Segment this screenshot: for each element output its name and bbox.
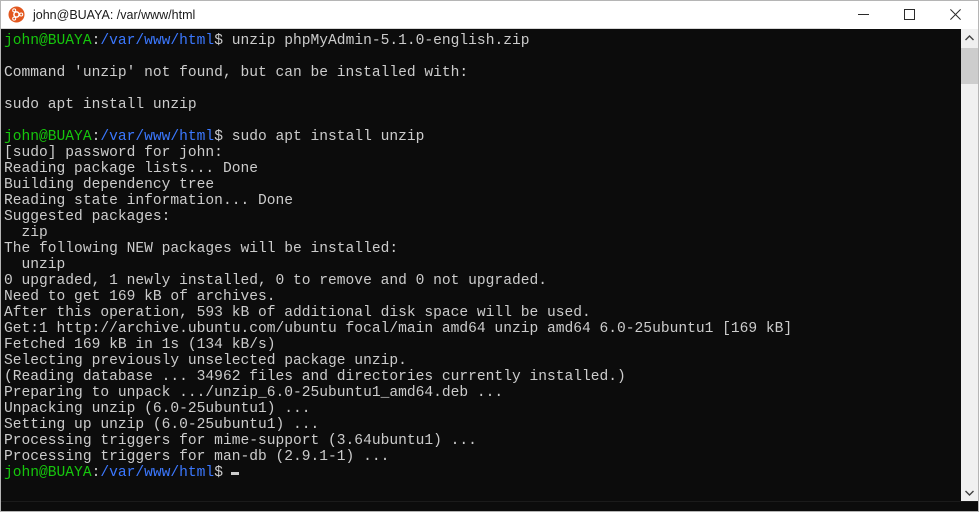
terminal-output-line: 0 upgraded, 1 newly installed, 0 to remo… — [4, 273, 547, 289]
terminal-output-line: zip — [4, 225, 48, 241]
prompt-sigil-and-command: $ — [214, 465, 223, 481]
terminal-output-line: Suggested packages: — [4, 209, 171, 225]
prompt-user-host: john@BUAYA — [4, 129, 92, 145]
terminal-output-line: unzip — [4, 257, 66, 273]
terminal-output-line: Reading package lists... Done — [4, 161, 258, 177]
terminal-output-line: [sudo] password for john: — [4, 145, 223, 161]
terminal-output-line: After this operation, 593 kB of addition… — [4, 305, 591, 321]
terminal-prompt-line: john@BUAYA:/var/www/html$ sudo apt insta… — [4, 129, 960, 145]
scroll-thumb[interactable] — [961, 48, 978, 84]
terminal-window: john@BUAYA: /var/www/html john@BUAYA:/va… — [0, 0, 979, 512]
terminal-output-line: The following NEW packages will be insta… — [4, 241, 399, 257]
terminal-output-line: Processing triggers for mime-support (3.… — [4, 433, 477, 449]
terminal-prompt-line: john@BUAYA:/var/www/html$ unzip phpMyAdm… — [4, 33, 960, 49]
terminal-output-line: Selecting previously unselected package … — [4, 353, 407, 369]
window-bottom-edge — [1, 501, 978, 511]
prompt-user-host: john@BUAYA — [4, 465, 92, 481]
prompt-sigil-and-command: $ unzip phpMyAdmin-5.1.0-english.zip — [214, 33, 530, 49]
close-button[interactable] — [932, 1, 978, 29]
scroll-up-arrow[interactable] — [961, 29, 978, 46]
prompt-path: /var/www/html — [100, 33, 215, 49]
window-controls — [840, 1, 978, 29]
prompt-sigil-and-command: $ sudo apt install unzip — [214, 129, 425, 145]
prompt-path: /var/www/html — [100, 465, 215, 481]
maximize-button[interactable] — [886, 1, 932, 29]
scroll-down-arrow[interactable] — [961, 484, 978, 501]
terminal-output-line: Need to get 169 kB of archives. — [4, 289, 276, 305]
terminal-output-line: (Reading database ... 34962 files and di… — [4, 369, 626, 385]
terminal-output-line: Unpacking unzip (6.0-25ubuntu1) ... — [4, 401, 311, 417]
terminal-output-line: Reading state information... Done — [4, 193, 294, 209]
terminal-output-line: Command 'unzip' not found, but can be in… — [4, 65, 469, 81]
terminal-output-line: Building dependency tree — [4, 177, 215, 193]
prompt-path: /var/www/html — [100, 129, 215, 145]
terminal-output-line: Preparing to unpack .../unzip_6.0-25ubun… — [4, 385, 504, 401]
title-bar[interactable]: john@BUAYA: /var/www/html — [1, 1, 978, 29]
terminal-area: john@BUAYA:/var/www/html$ unzip phpMyAdm… — [1, 29, 978, 501]
window-title: john@BUAYA: /var/www/html — [33, 7, 196, 22]
terminal-output[interactable]: john@BUAYA:/var/www/html$ unzip phpMyAdm… — [1, 29, 960, 501]
terminal-prompt-line: john@BUAYA:/var/www/html$ — [4, 465, 960, 481]
terminal-output-line: Get:1 http://archive.ubuntu.com/ubuntu f… — [4, 321, 793, 337]
scrollbar-track[interactable] — [961, 46, 978, 484]
terminal-output-line: sudo apt install unzip — [4, 97, 197, 113]
vertical-scrollbar[interactable] — [960, 29, 978, 501]
terminal-output-line: Processing triggers for man-db (2.9.1-1)… — [4, 449, 390, 465]
text-cursor — [230, 472, 239, 475]
terminal-output-line: Fetched 169 kB in 1s (134 kB/s) — [4, 337, 276, 353]
terminal-output-line: Setting up unzip (6.0-25ubuntu1) ... — [4, 417, 320, 433]
minimize-button[interactable] — [840, 1, 886, 29]
prompt-user-host: john@BUAYA — [4, 33, 92, 49]
title-bar-left: john@BUAYA: /var/www/html — [1, 1, 840, 29]
ubuntu-icon — [8, 6, 25, 23]
